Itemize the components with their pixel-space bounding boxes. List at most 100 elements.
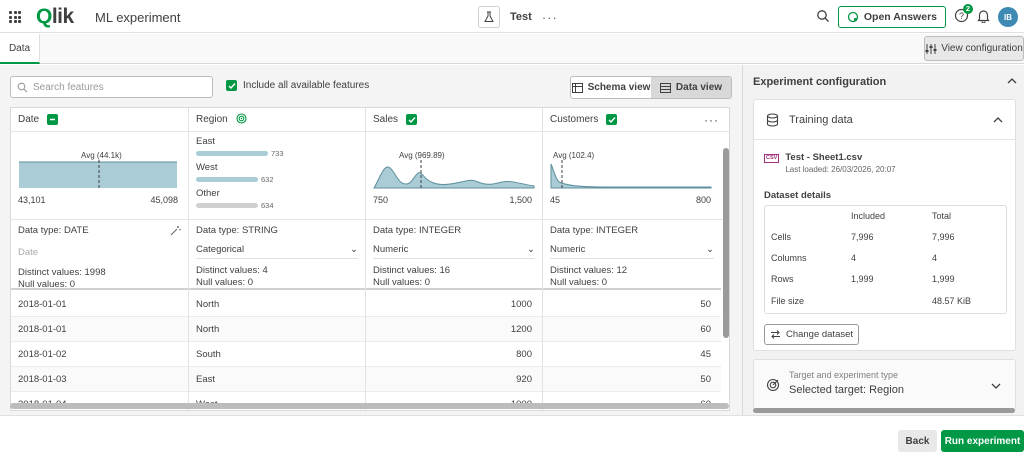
table-cell[interactable]: East: [189, 367, 365, 392]
app-grid-icon[interactable]: [9, 11, 21, 23]
axis-min-label: 45: [550, 195, 561, 205]
chevron-down-icon: ⌄: [350, 244, 358, 255]
table-cell[interactable]: 45: [543, 342, 721, 367]
table-cell[interactable]: 50: [543, 292, 721, 317]
data-view-button[interactable]: Data view: [651, 77, 731, 98]
last-loaded: Last loaded: 26/03/2026, 20:07: [785, 165, 896, 174]
axis-max-label: 800: [695, 195, 711, 205]
sales-distribution: Avg (969.89) 750 1,500: [366, 132, 542, 220]
csv-file-icon: CSV: [764, 154, 780, 163]
column-header: Customers ···: [543, 108, 729, 132]
data-area: Search features Include all available fe…: [0, 65, 742, 415]
date-histogram: Avg (44.1k) 43,101 45,098: [11, 132, 188, 220]
table-icon: [571, 82, 583, 93]
experiment-name[interactable]: Test: [510, 11, 532, 23]
avg-label: Avg (44.1k): [81, 151, 122, 160]
vertical-scrollbar[interactable]: [723, 148, 729, 338]
column-header: Date: [11, 108, 188, 132]
target-card[interactable]: Target and experiment type Selected targ…: [753, 359, 1016, 411]
customers-distribution: Avg (102.4) 45 800: [543, 132, 729, 220]
column-date: Date Avg (44.1k) 43,101 45,098 Data type…: [11, 108, 189, 410]
category-count: 632: [261, 175, 274, 184]
category-bar: [196, 203, 258, 208]
table-cell[interactable]: 60: [543, 317, 721, 342]
data-type-label: Data type: STRING: [196, 225, 278, 236]
run-experiment-button[interactable]: Run experiment: [941, 430, 1024, 452]
table-cell[interactable]: 2018-01-03: [11, 367, 188, 392]
category-count: 634: [261, 201, 274, 210]
table-cell[interactable]: 2018-01-01: [11, 317, 188, 342]
sliders-icon: [925, 43, 937, 54]
distinct-values: Distinct values: 1998: [18, 267, 106, 278]
checkbox-checked-icon[interactable]: [606, 114, 618, 125]
avatar[interactable]: IB: [998, 7, 1018, 27]
data-table: Date Avg (44.1k) 43,101 45,098 Data type…: [10, 107, 730, 411]
distribution-curve: [550, 163, 712, 189]
flask-icon[interactable]: [478, 6, 500, 28]
panel-scrollbar[interactable]: [753, 408, 1015, 413]
database-icon: [766, 112, 779, 127]
tab-data[interactable]: Data: [0, 34, 40, 64]
axis-min-label: 43,101: [18, 195, 46, 205]
data-type-label: Data type: INTEGER: [373, 225, 462, 236]
target-icon[interactable]: [236, 112, 247, 127]
table-cell[interactable]: 1200: [366, 317, 542, 342]
magic-wand-icon[interactable]: [170, 225, 181, 239]
schema-view-button[interactable]: Schema view: [571, 77, 651, 98]
experiment-configuration-panel: Experiment configuration Training data C…: [742, 65, 1024, 415]
help-button[interactable]: ? 2: [954, 4, 973, 26]
training-data-header[interactable]: Training data: [754, 100, 1015, 140]
category-bar: [196, 151, 268, 156]
table-cell[interactable]: North: [189, 292, 365, 317]
checkbox-checked-icon[interactable]: [406, 114, 418, 125]
more-options-icon[interactable]: ···: [542, 10, 558, 25]
include-all-checkbox[interactable]: Include all available features: [226, 80, 369, 91]
details-row: File size 48.57 KiB: [771, 296, 972, 306]
table-cell[interactable]: 920: [366, 367, 542, 392]
bell-icon[interactable]: [977, 9, 990, 26]
feature-type-select[interactable]: Categorical ⌄: [196, 244, 358, 259]
data-type-label: Data type: DATE: [18, 225, 89, 236]
table-cell[interactable]: 1000: [366, 292, 542, 317]
chevron-up-icon[interactable]: [1007, 76, 1017, 88]
axis-min-label: 750: [373, 195, 389, 205]
category-label: Other: [196, 188, 220, 199]
distinct-values: Distinct values: 12: [550, 265, 628, 276]
open-answers-button[interactable]: Open Answers: [837, 6, 946, 28]
chevron-up-icon[interactable]: [993, 115, 1003, 127]
distinct-values: Distinct values: 4: [196, 265, 268, 276]
chevron-down-icon: ⌄: [527, 244, 535, 255]
feature-type-select[interactable]: Numeric ⌄: [373, 244, 535, 259]
search-features-input[interactable]: Search features: [10, 76, 213, 98]
horizontal-scrollbar[interactable]: [10, 403, 729, 409]
qlik-logo[interactable]: Qlik: [36, 5, 74, 29]
table-cell[interactable]: 2018-01-01: [11, 292, 188, 317]
table-cell[interactable]: 2018-01-02: [11, 342, 188, 367]
notification-badge: 2: [963, 4, 973, 14]
avg-label: Avg (969.89): [399, 151, 445, 160]
svg-text:?: ?: [959, 11, 964, 21]
feature-type-select[interactable]: Numeric ⌄: [550, 244, 714, 259]
search-icon: [17, 82, 28, 92]
view-configuration-button[interactable]: View configuration: [924, 36, 1024, 61]
back-button[interactable]: Back: [898, 430, 937, 452]
category-label: East: [196, 136, 216, 147]
table-cell[interactable]: 800: [366, 342, 542, 367]
partial-checkbox-icon[interactable]: [47, 114, 59, 125]
distribution-curve: [373, 166, 535, 189]
category-item: East 733: [196, 136, 356, 158]
null-values: Null values: 0: [550, 277, 608, 288]
category-count: 733: [271, 149, 284, 158]
table-cell[interactable]: North: [189, 317, 365, 342]
checkbox-checked-icon: [226, 80, 237, 91]
change-dataset-button[interactable]: Change dataset: [764, 324, 859, 345]
table-cell[interactable]: South: [189, 342, 365, 367]
swap-icon: [770, 330, 780, 339]
category-bars: East 733 West 632 Other 634: [189, 132, 365, 220]
table-cell[interactable]: 50: [543, 367, 721, 392]
target-icon: [766, 378, 780, 395]
search-icon[interactable]: [816, 9, 830, 26]
axis-max-label: 45,098: [150, 195, 178, 205]
more-options-icon[interactable]: ···: [704, 113, 719, 127]
chevron-down-icon[interactable]: [991, 381, 1001, 393]
